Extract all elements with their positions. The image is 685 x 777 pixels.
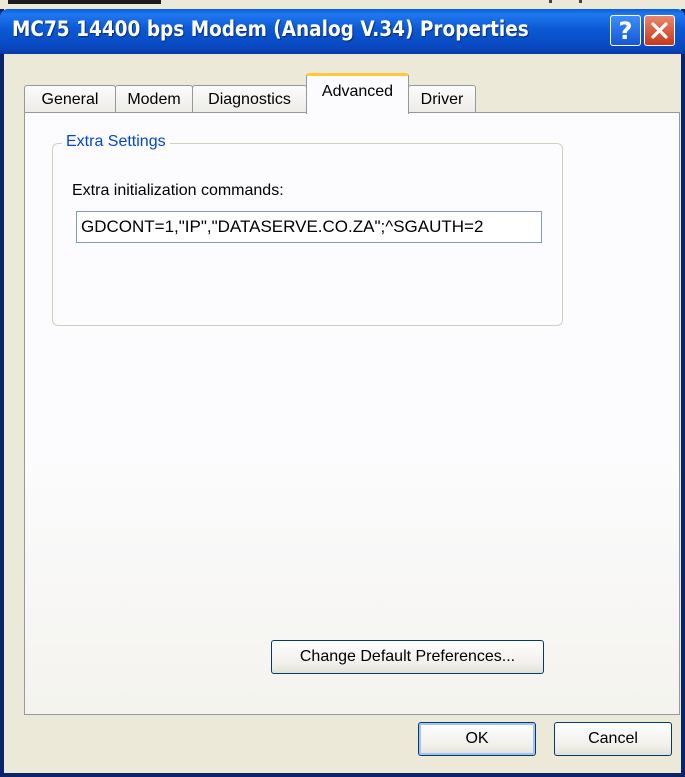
init-commands-input[interactable]	[76, 211, 542, 243]
group-title: Extra Settings	[62, 133, 170, 151]
cancel-button[interactable]: Cancel	[554, 722, 672, 756]
tab-diagnostics[interactable]: Diagnostics	[192, 85, 307, 113]
init-commands-label: Extra initialization commands:	[72, 182, 284, 199]
extra-settings-group: Extra Settings Extra initialization comm…	[52, 133, 563, 326]
top-edge-bar	[8, 0, 161, 4]
change-default-preferences-button[interactable]: Change Default Preferences...	[271, 640, 544, 674]
help-icon: ?	[618, 16, 633, 45]
top-strip	[0, 0, 685, 9]
properties-dialog: MC75 14400 bps Modem (Analog V.34) Prope…	[0, 9, 685, 777]
window-title: MC75 14400 bps Modem (Analog V.34) Prope…	[12, 17, 529, 41]
top-edge-dot	[549, 0, 552, 3]
advanced-tab-panel: Extra Settings Extra initialization comm…	[24, 112, 680, 715]
tab-driver[interactable]: Driver	[408, 85, 476, 113]
close-button[interactable]	[644, 15, 675, 46]
tab-modem[interactable]: Modem	[115, 85, 193, 113]
tab-general[interactable]: General	[24, 85, 116, 113]
help-button[interactable]: ?	[610, 15, 641, 46]
top-edge-dot	[579, 0, 582, 3]
close-icon	[651, 22, 668, 39]
tab-advanced[interactable]: Advanced	[306, 73, 409, 114]
ok-button[interactable]: OK	[418, 722, 536, 756]
title-bar[interactable]: MC75 14400 bps Modem (Analog V.34) Prope…	[0, 9, 685, 54]
